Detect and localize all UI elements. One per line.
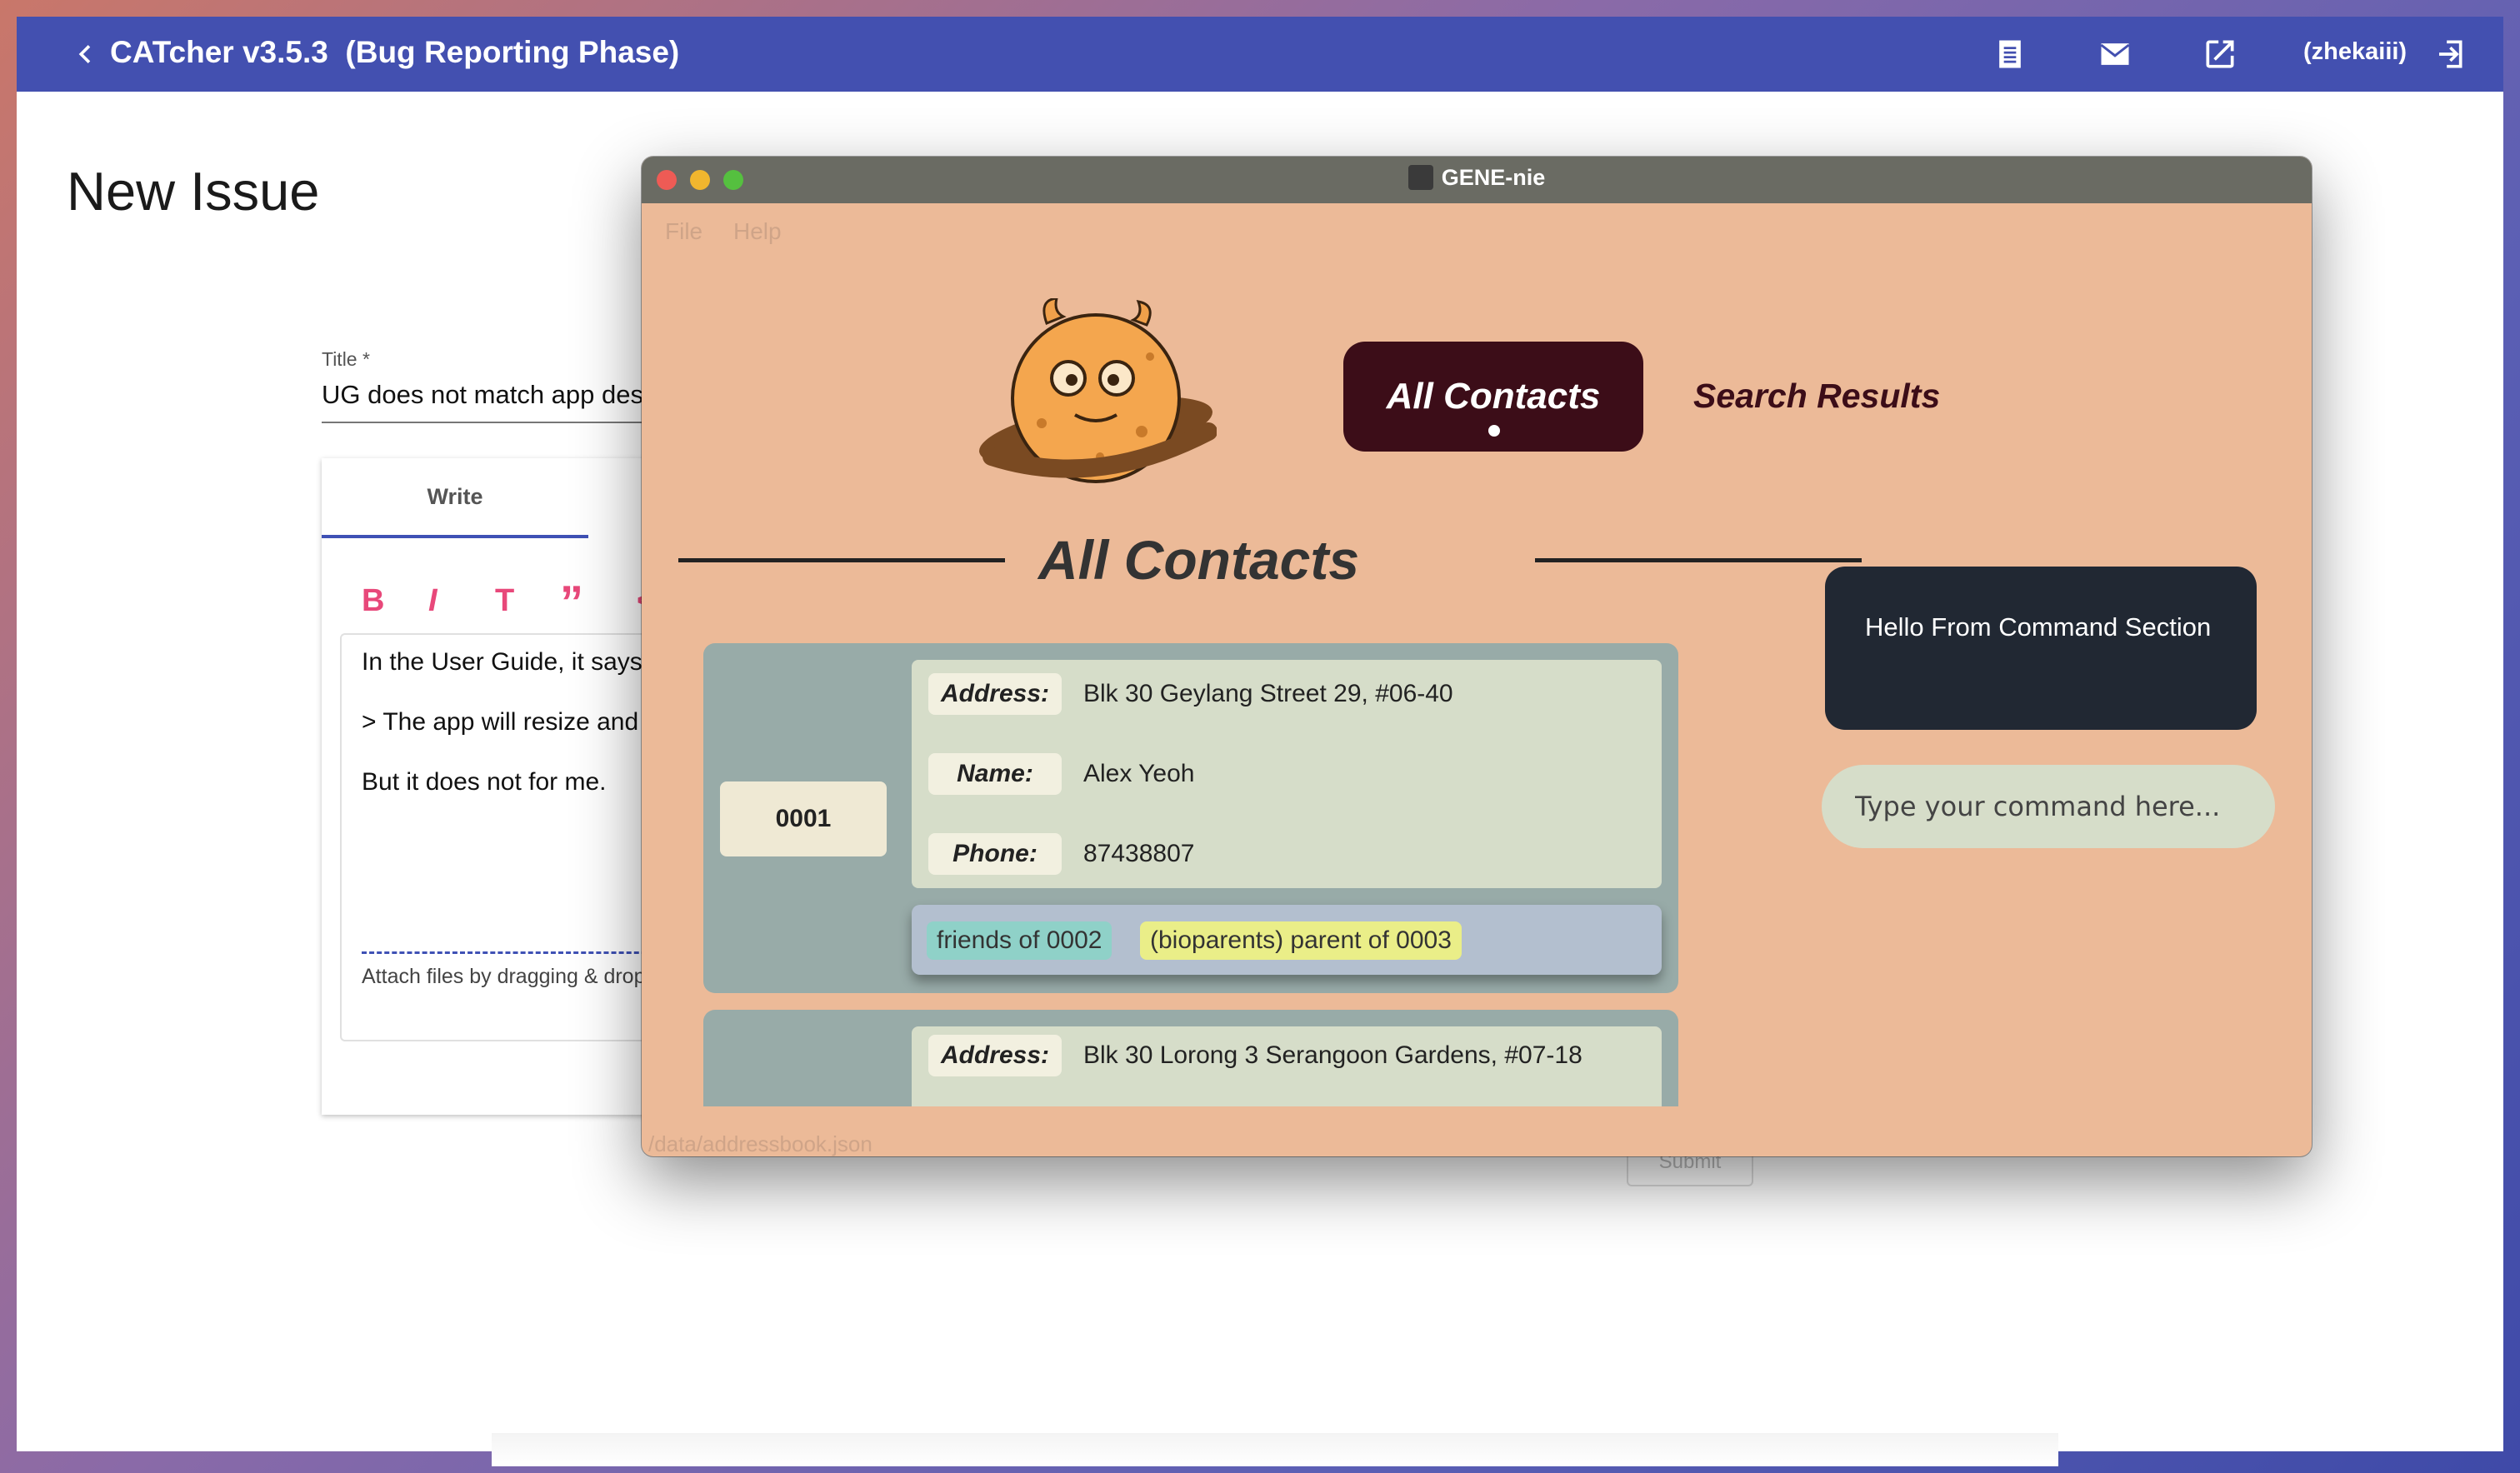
active-tab-indicator xyxy=(1488,425,1500,437)
contact-card[interactable]: Address: Blk 30 Lorong 3 Serangoon Garde… xyxy=(703,1010,1678,1106)
window-title: GENE-nie xyxy=(642,165,2312,191)
heading-button[interactable]: T xyxy=(495,583,514,619)
quote-button[interactable]: ” xyxy=(560,575,583,629)
italic-button[interactable]: I xyxy=(428,583,438,619)
editor-line: > The app will resize and xyxy=(362,708,639,736)
window-titlebar[interactable]: GENE-nie xyxy=(642,157,2312,203)
user-name: (zhekaiii) xyxy=(2303,38,2408,65)
phone-value: 87438807 xyxy=(1083,840,1195,867)
genie-mascot-logo xyxy=(979,298,1217,483)
editor-line: But it does not for me. xyxy=(362,768,607,796)
contact-info-panel: Address: Blk 30 Geylang Street 29, #06-4… xyxy=(912,660,1662,888)
contact-id: 0001 xyxy=(720,781,887,856)
relationship-tag: friends of 0002 xyxy=(927,921,1112,960)
tab-all-contacts[interactable]: All Contacts xyxy=(1343,342,1643,452)
title-field-label: Title * xyxy=(322,348,370,370)
tab-all-contacts-label: All Contacts xyxy=(1386,376,1601,417)
name-label: Name: xyxy=(928,753,1062,795)
phone-label: Phone: xyxy=(928,833,1062,875)
back-arrow-icon[interactable] xyxy=(67,36,103,72)
window-title-text: GENE-nie xyxy=(1441,165,1546,190)
title-input[interactable]: UG does not match app description xyxy=(322,380,655,410)
address-label: Address: xyxy=(928,673,1062,715)
app-icon xyxy=(1408,165,1433,190)
catcher-toolbar: CATcher v3.5.3 (Bug Reporting Phase) (zh… xyxy=(17,17,2503,92)
contact-card[interactable]: 0001 Address: Blk 30 Geylang Street 29, … xyxy=(703,643,1678,993)
tab-search-results[interactable]: Search Results xyxy=(1693,377,1940,416)
address-value: Blk 30 Lorong 3 Serangoon Gardens, #07-1… xyxy=(1083,1041,1582,1069)
attach-files-hint[interactable]: Attach files by dragging & drop xyxy=(362,965,645,989)
window-shadow xyxy=(492,1433,2058,1466)
menu-file[interactable]: File xyxy=(665,218,702,245)
editor-line: In the User Guide, it says xyxy=(362,648,642,676)
genie-window: GENE-nie File Help All Contacts Search R… xyxy=(642,157,2312,1156)
bold-button[interactable]: B xyxy=(362,583,384,619)
address-label: Address: xyxy=(928,1035,1062,1076)
contact-list[interactable]: 0001 Address: Blk 30 Geylang Street 29, … xyxy=(703,643,1678,1106)
attach-divider xyxy=(362,951,662,954)
open-in-new-icon[interactable] xyxy=(2202,36,2238,72)
command-result-box: Hello From Command Section xyxy=(1825,567,2257,730)
name-value: Alex Yeoh xyxy=(1083,760,1195,787)
page-heading: New Issue xyxy=(67,161,320,222)
menu-help[interactable]: Help xyxy=(733,218,782,245)
address-value: Blk 30 Geylang Street 29, #06-40 xyxy=(1083,680,1453,707)
section-title: All Contacts xyxy=(1038,529,1360,591)
command-input[interactable] xyxy=(1822,765,2275,848)
relationship-tag: (bioparents) parent of 0003 xyxy=(1140,921,1462,960)
logout-icon[interactable] xyxy=(2430,36,2467,72)
title-input-underline xyxy=(322,422,655,423)
section-divider-left xyxy=(678,558,1005,562)
description-editor: Write B I T ” < In the User Guide, it sa… xyxy=(322,458,662,1115)
app-title: CATcher v3.5.3 (Bug Reporting Phase) xyxy=(110,35,680,69)
list-icon[interactable] xyxy=(1992,36,2028,72)
contact-info-panel: Address: Blk 30 Lorong 3 Serangoon Garde… xyxy=(912,1026,1662,1106)
description-textarea[interactable]: In the User Guide, it says > The app wil… xyxy=(340,633,662,1041)
section-divider-right xyxy=(1535,558,1862,562)
mail-icon[interactable] xyxy=(2097,36,2133,72)
tab-write[interactable]: Write xyxy=(322,458,588,538)
relationship-bar: friends of 0002 (bioparents) parent of 0… xyxy=(912,905,1662,975)
status-bar-file-path: /data/addressbook.json xyxy=(648,1131,872,1156)
